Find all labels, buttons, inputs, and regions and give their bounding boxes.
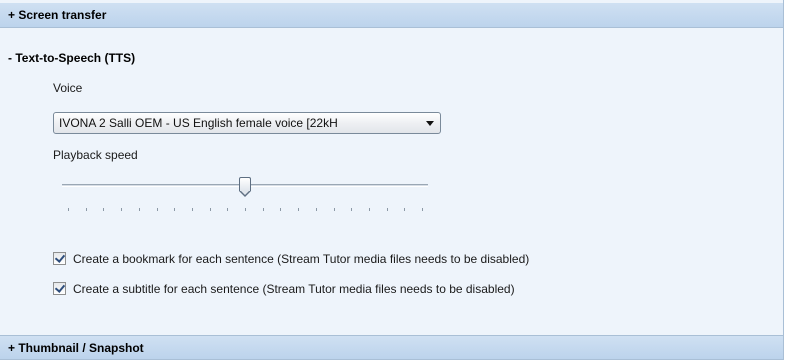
section-header-thumbnail[interactable]: + Thumbnail / Snapshot	[0, 335, 783, 360]
section-title-tts[interactable]: - Text-to-Speech (TTS)	[8, 51, 135, 65]
settings-panel: + Screen transfer - Text-to-Speech (TTS)…	[0, 0, 784, 360]
slider-tick	[245, 208, 246, 211]
slider-tick	[121, 208, 123, 211]
slider-tick	[315, 208, 317, 211]
slider-thumb-body	[239, 177, 251, 191]
slider-tick	[174, 208, 176, 211]
subtitle-checkbox-label[interactable]: Create a subtitle for each sentence (Str…	[73, 282, 515, 296]
slider-tick	[333, 208, 335, 211]
bookmark-checkbox-label[interactable]: Create a bookmark for each sentence (Str…	[73, 252, 529, 266]
section-title-thumbnail: + Thumbnail / Snapshot	[8, 341, 144, 355]
checkmark-icon	[54, 282, 66, 293]
slider-tick	[368, 208, 370, 211]
voice-dropdown-value: IVONA 2 Salli OEM - US English female vo…	[59, 116, 338, 130]
subtitle-checkbox[interactable]	[53, 282, 66, 295]
slider-tick	[298, 208, 300, 211]
section-title-screen-transfer: + Screen transfer	[8, 8, 107, 22]
slider-tick	[103, 208, 105, 211]
slider-tick	[156, 208, 158, 211]
playback-speed-slider[interactable]	[62, 172, 428, 216]
slider-thumb-tip-inner	[240, 190, 250, 195]
slider-tick	[280, 208, 282, 211]
slider-tick	[404, 208, 406, 211]
slider-tick	[351, 208, 353, 211]
slider-tick	[85, 208, 87, 211]
slider-tick	[386, 208, 388, 211]
playback-speed-label: Playback speed	[53, 148, 138, 162]
slider-tick	[68, 208, 69, 211]
voice-label: Voice	[53, 81, 83, 95]
section-header-screen-transfer[interactable]: + Screen transfer	[0, 3, 783, 28]
slider-tick	[191, 208, 193, 211]
voice-dropdown[interactable]: IVONA 2 Salli OEM - US English female vo…	[53, 112, 441, 134]
slider-tick	[227, 208, 229, 211]
slider-tick	[138, 208, 140, 211]
slider-tick	[422, 208, 423, 211]
bookmark-checkbox[interactable]	[53, 252, 66, 265]
checkmark-icon	[54, 252, 66, 263]
chevron-down-icon	[426, 121, 434, 126]
slider-tick	[262, 208, 264, 211]
slider-tick	[209, 208, 211, 211]
